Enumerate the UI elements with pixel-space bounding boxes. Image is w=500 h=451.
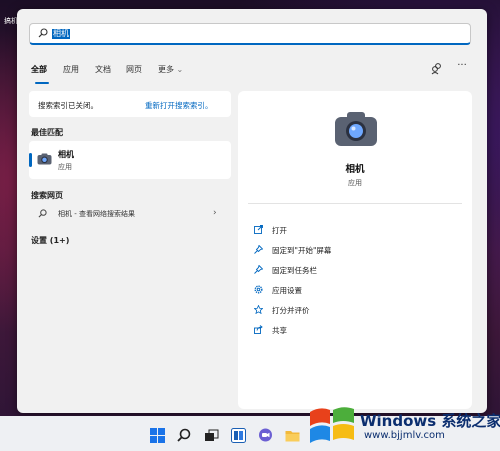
search-panel: 相机 全部 应用 文档 网页 更多 ⌄ ··· 搜索索引已关闭。 重新打开搜索索… <box>17 9 487 413</box>
app-type: 应用 <box>348 179 362 187</box>
best-match-subtitle: 应用 <box>58 163 72 171</box>
chevron-right-icon: › <box>213 208 217 218</box>
search-query-text: 相机 <box>52 29 70 39</box>
index-notice: 搜索索引已关闭。 重新打开搜索索引。 <box>29 91 231 117</box>
action-open[interactable]: 打开 <box>254 224 454 238</box>
open-icon <box>254 225 263 234</box>
results-list: 搜索索引已关闭。 重新打开搜索索引。 最佳匹配 相机 应用 搜索网页 相机 - … <box>29 91 233 409</box>
best-match-item[interactable]: 相机 应用 <box>29 141 231 179</box>
tab-more[interactable]: 更多 ⌄ <box>158 64 183 75</box>
app-name: 相机 <box>345 164 365 175</box>
settings-heading[interactable]: 设置 (1+) <box>31 235 69 246</box>
selection-accent <box>29 153 32 167</box>
web-search-heading: 搜索网页 <box>31 191 63 200</box>
divider <box>248 203 462 204</box>
task-view-icon[interactable] <box>204 428 219 443</box>
action-pin-start[interactable]: 固定到"开始"屏幕 <box>254 244 454 258</box>
camera-icon <box>37 153 52 165</box>
widgets-icon[interactable] <box>231 428 246 443</box>
web-result-text: 相机 - 查看网络搜索结果 <box>58 210 135 218</box>
preview-pane: 相机 应用 打开 固定到"开始"屏幕 固定到任务栏 应用设置 打分并评价 共享 <box>238 91 472 409</box>
windows-start-icon[interactable] <box>150 428 165 443</box>
account-icon[interactable] <box>430 61 444 75</box>
web-result-item[interactable]: 相机 - 查看网络搜索结果 › <box>29 205 231 223</box>
action-label: 打分并评价 <box>272 306 310 315</box>
active-tab-indicator <box>35 82 49 84</box>
search-icon <box>38 209 47 218</box>
action-app-settings[interactable]: 应用设置 <box>254 284 454 298</box>
watermark-brand: Windows 系统之家 <box>360 412 500 430</box>
tab-more-label: 更多 <box>158 65 174 74</box>
share-icon <box>254 325 263 334</box>
action-label: 固定到任务栏 <box>272 266 317 275</box>
search-input[interactable]: 相机 <box>29 23 471 45</box>
tab-all[interactable]: 全部 <box>31 64 47 75</box>
tab-apps[interactable]: 应用 <box>63 64 79 75</box>
action-label: 打开 <box>272 226 287 235</box>
search-icon <box>38 28 48 38</box>
desktop-icon-label: 搞机 <box>4 17 18 25</box>
camera-icon <box>335 112 377 146</box>
watermark-url: www.bjjmlv.com <box>364 430 445 441</box>
action-share[interactable]: 共享 <box>254 324 454 338</box>
index-notice-text: 搜索索引已关闭。 <box>38 101 98 110</box>
best-match-heading: 最佳匹配 <box>31 128 63 137</box>
tab-documents[interactable]: 文档 <box>95 64 111 75</box>
action-rate-review[interactable]: 打分并评价 <box>254 304 454 318</box>
chevron-down-icon: ⌄ <box>176 65 184 74</box>
reopen-index-link[interactable]: 重新打开搜索索引。 <box>145 100 213 111</box>
more-options-icon[interactable]: ··· <box>455 61 469 75</box>
chat-icon[interactable] <box>258 428 273 443</box>
best-match-title: 相机 <box>58 150 74 159</box>
action-label: 共享 <box>272 326 287 335</box>
tab-web[interactable]: 网页 <box>126 64 142 75</box>
pin-icon <box>254 245 263 254</box>
action-pin-taskbar[interactable]: 固定到任务栏 <box>254 264 454 278</box>
search-icon[interactable] <box>177 428 192 443</box>
action-label: 固定到"开始"屏幕 <box>272 246 332 255</box>
pin-icon <box>254 265 263 274</box>
gear-icon <box>254 285 263 294</box>
windows-logo-icon <box>310 407 354 443</box>
action-label: 应用设置 <box>272 286 302 295</box>
watermark: Windows 系统之家 www.bjjmlv.com <box>298 398 500 451</box>
star-icon <box>254 305 263 314</box>
